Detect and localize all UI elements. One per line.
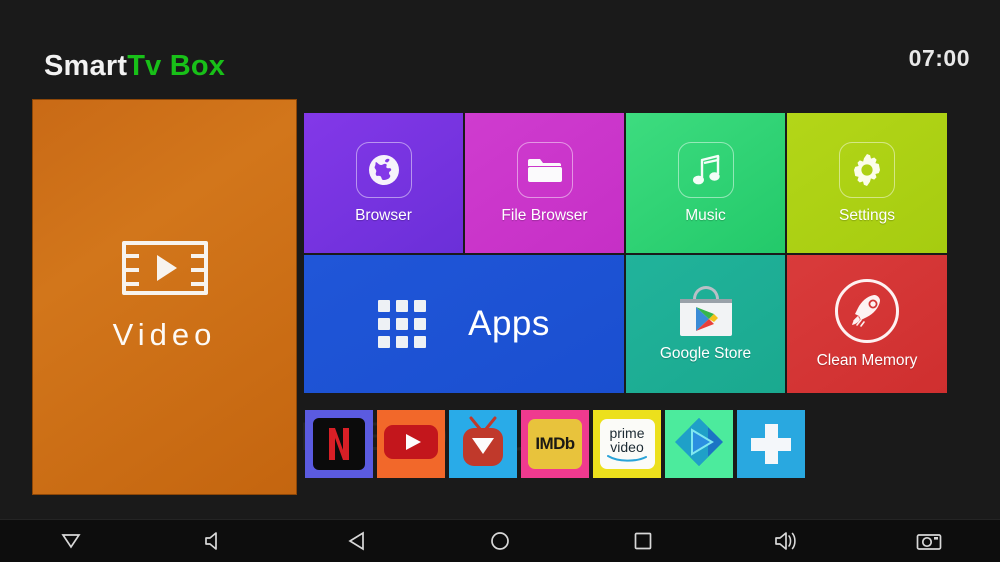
youtube-icon [383, 422, 439, 467]
globe-icon [355, 141, 412, 198]
tile-apps[interactable]: Apps [304, 255, 624, 393]
tile-browser[interactable]: Browser [304, 113, 463, 253]
tile-file-browser-label: File Browser [501, 206, 588, 224]
tile-google-store[interactable]: Google Store [626, 255, 785, 393]
prime-line-2: video [610, 439, 644, 455]
rocket-icon [835, 278, 899, 343]
nav-volume-up[interactable] [714, 520, 857, 562]
tile-apps-label: Apps [468, 304, 550, 343]
prime-video-icon: prime video [599, 419, 655, 469]
header-bar: SmartTv Box 07:00 [0, 0, 1000, 99]
app-shortcut-aptoide-tv[interactable] [449, 410, 517, 478]
tile-file-browser[interactable]: File Browser [465, 113, 624, 253]
tile-browser-label: Browser [355, 206, 412, 224]
plus-icon-vertical [764, 424, 778, 464]
tile-clean-memory-label: Clean Memory [816, 351, 918, 369]
clock: 07:00 [908, 45, 970, 71]
triangle-down-icon [61, 534, 82, 549]
nav-back[interactable] [286, 520, 429, 562]
tile-google-store-label: Google Store [659, 344, 752, 362]
speaker-icon [205, 532, 218, 550]
tile-clean-memory[interactable]: Clean Memory [787, 255, 947, 393]
gear-icon [839, 141, 895, 198]
folder-icon [516, 141, 573, 198]
launcher-screen: SmartTv Box 07:00 Video Browser File Bro… [0, 0, 1000, 562]
brand-word-smart: Smart [44, 50, 128, 82]
aptoide-tv-icon [457, 414, 509, 475]
nav-volume-down[interactable] [0, 520, 143, 562]
triangle-left-icon [348, 531, 364, 551]
tile-settings-label: Settings [838, 206, 895, 224]
app-shortcut-add[interactable] [737, 410, 805, 478]
app-shortcut-media-player[interactable] [665, 410, 733, 478]
tile-music[interactable]: Music [626, 113, 785, 253]
tile-settings[interactable]: Settings [787, 113, 947, 253]
tile-music-label: Music [685, 206, 726, 224]
prime-line-1: prime [609, 424, 645, 441]
nav-screenshot[interactable] [857, 520, 1000, 562]
app-shortcut-prime-video[interactable]: prime video [593, 410, 661, 478]
nav-volume-mute[interactable] [143, 520, 286, 562]
speaker-wave-icon [774, 532, 796, 550]
app-shortcut-youtube[interactable] [377, 410, 445, 478]
film-strip-play-icon [121, 241, 208, 295]
nav-home[interactable] [429, 520, 572, 562]
tile-video-label: Video [112, 317, 217, 352]
navigation-bar [0, 520, 1000, 562]
app-shortcut-imdb[interactable]: IMDb [521, 410, 589, 478]
app-shortcut-netflix[interactable] [305, 410, 373, 478]
circle-icon [491, 532, 509, 550]
play-store-bag-icon [679, 285, 732, 336]
nav-recents[interactable] [571, 520, 714, 562]
play-triangle-icon [157, 255, 177, 281]
tile-grid: Browser File Browser Music Settings Apps… [304, 113, 947, 393]
page-title: SmartTv Box [44, 50, 225, 83]
brand-word-tvbox: Tv Box [127, 50, 226, 82]
imdb-icon: IMDb [528, 419, 582, 469]
camera-icon [916, 534, 941, 550]
play-triangle-icon [672, 416, 726, 473]
music-note-icon [677, 141, 734, 198]
tile-video[interactable]: Video [32, 99, 297, 495]
grid-apps-icon [378, 300, 427, 348]
square-icon [634, 532, 652, 550]
netflix-icon [313, 418, 365, 470]
